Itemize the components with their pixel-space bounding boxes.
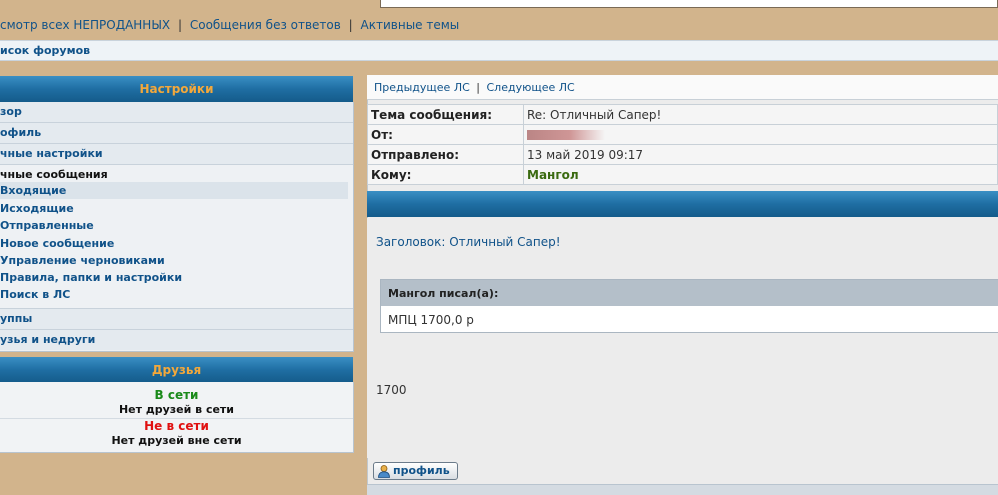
sidebar-subitem-search[interactable]: Поиск в ЛС xyxy=(0,286,353,303)
message-title-bar xyxy=(367,191,998,217)
nav-separator: | xyxy=(476,81,480,94)
breadcrumb: исок форумов xyxy=(0,40,998,61)
nav-separator: | xyxy=(348,18,353,32)
sidebar-item-preferences[interactable]: чные настройки xyxy=(0,144,353,165)
view-unsold-link[interactable]: смотр всех НЕПРОДАННЫХ xyxy=(0,18,170,32)
profile-button[interactable]: профиль xyxy=(373,462,458,480)
friends-header: Друзья xyxy=(0,357,353,384)
sidebar-subitem-sent[interactable]: Отправленные xyxy=(0,217,353,234)
settings-header: Настройки xyxy=(0,76,353,103)
profile-button-label: профиль xyxy=(393,464,450,477)
offline-empty-text: Нет друзей вне сети xyxy=(111,434,242,447)
unanswered-link[interactable]: Сообщения без ответов xyxy=(190,18,341,32)
sidebar-subitem-drafts[interactable]: Управление черновиками xyxy=(0,252,353,269)
sent-label: Отправлено: xyxy=(367,144,524,165)
message-header-table: Тема сообщения: Re: Отличный Сапер! От: … xyxy=(367,104,998,185)
subject-value: Re: Отличный Сапер! xyxy=(523,104,998,125)
offline-heading: Не в сети xyxy=(144,419,209,433)
online-empty-text: Нет друзей в сети xyxy=(118,403,235,416)
from-value[interactable] xyxy=(523,124,998,145)
from-row: От: xyxy=(367,124,998,145)
to-label: Кому: xyxy=(367,164,524,185)
sent-value: 13 май 2019 09:17 xyxy=(523,144,998,165)
sidebar-subitem-compose[interactable]: Новое сообщение xyxy=(0,235,353,252)
top-box xyxy=(380,0,998,8)
top-navigation: смотр всех НЕПРОДАННЫХ | Сообщения без о… xyxy=(0,18,459,32)
message-text: 1700 xyxy=(376,383,407,397)
bottom-divider xyxy=(367,484,998,495)
next-pm-link[interactable]: Следующее ЛС xyxy=(487,81,575,94)
sidebar-subitem-inbox[interactable]: Входящие xyxy=(0,182,348,199)
subject-row: Тема сообщения: Re: Отличный Сапер! xyxy=(367,104,998,125)
pm-navigation: Предыдущее ЛС | Следующее ЛС xyxy=(367,75,998,100)
active-topics-link[interactable]: Активные темы xyxy=(361,18,460,32)
subject-label: Тема сообщения: xyxy=(367,104,524,125)
previous-pm-link[interactable]: Предыдущее ЛС xyxy=(374,81,470,94)
sidebar-subitem-rules[interactable]: Правила, папки и настройки xyxy=(0,269,353,286)
sent-row: Отправлено: 13 май 2019 09:17 xyxy=(367,144,998,165)
sidebar-item-profile[interactable]: офиль xyxy=(0,123,353,144)
forum-list-link[interactable]: исок форумов xyxy=(0,44,90,57)
redacted-sender xyxy=(527,130,605,140)
message-body-area xyxy=(367,218,998,458)
sidebar-item-friends-foes[interactable]: узья и недруги xyxy=(0,330,353,350)
quote-block: Мангол писал(а): МПЦ 1700,0 р xyxy=(380,279,998,333)
recipient-link[interactable]: Мангол xyxy=(523,164,998,185)
quote-header: Мангол писал(а): xyxy=(381,280,998,306)
from-label: От: xyxy=(367,124,524,145)
quote-author: Мангол писал(а): xyxy=(388,287,499,300)
settings-panel: зор офиль чные настройки чные сообщения … xyxy=(0,102,354,352)
nav-separator: | xyxy=(177,18,183,32)
sidebar-item-groups[interactable]: уппы xyxy=(0,308,353,330)
online-heading: В сети xyxy=(154,388,199,402)
to-row: Кому: Мангол xyxy=(367,164,998,185)
friends-panel: В сети Нет друзей в сети Не в сети Нет д… xyxy=(0,382,354,453)
quote-text: МПЦ 1700,0 р xyxy=(388,313,474,327)
message-subject-line: Заголовок: Отличный Сапер! xyxy=(376,235,561,249)
user-icon xyxy=(377,464,391,478)
sidebar-item-overview[interactable]: зор xyxy=(0,102,353,123)
sidebar-subitem-outbox[interactable]: Исходящие xyxy=(0,200,353,217)
